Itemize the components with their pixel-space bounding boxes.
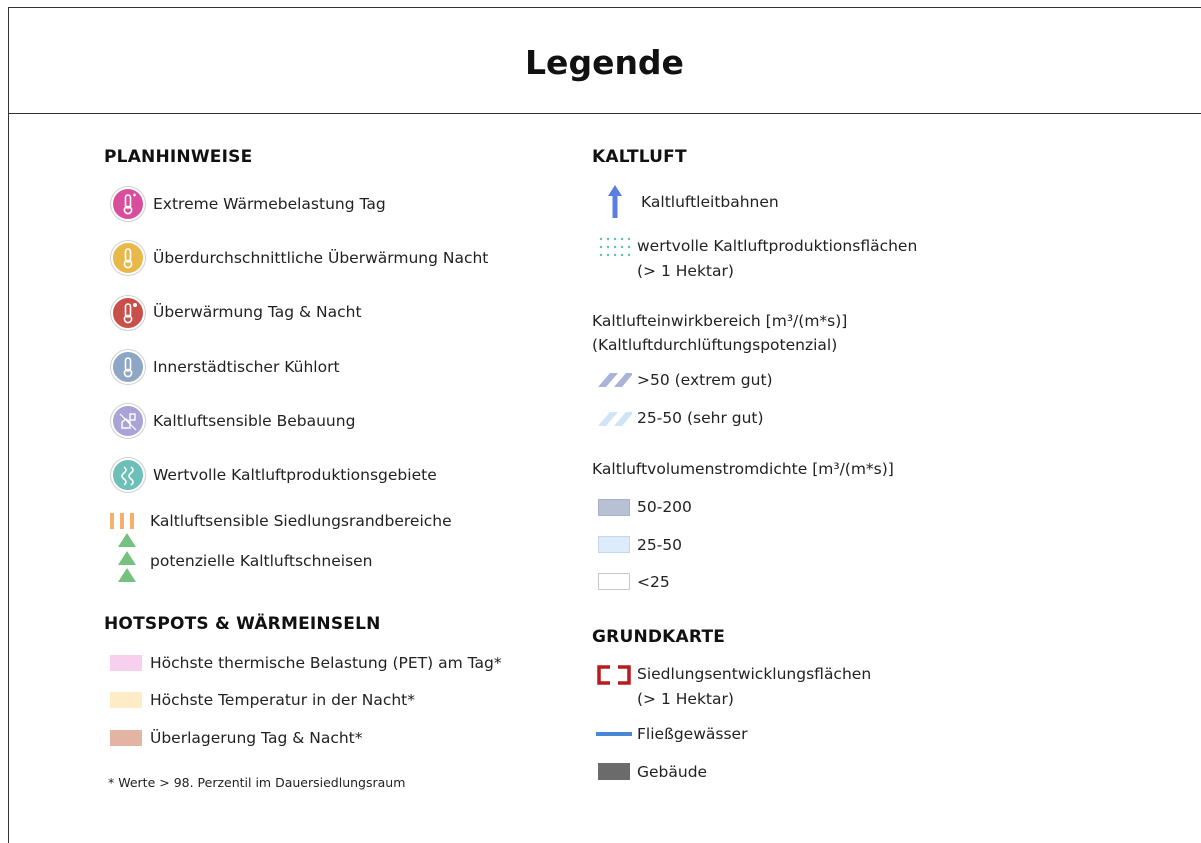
day-night-thermometer-icon: [111, 296, 145, 330]
building-swatch: [598, 763, 630, 780]
legend-label: <25: [637, 573, 670, 591]
legend-label: 50-200: [637, 498, 692, 516]
night-thermometer-icon: [111, 241, 145, 275]
settlement-edge-stripes-icon: [110, 513, 134, 529]
river-line-swatch: [596, 732, 632, 736]
legend-label: Fließgewässer: [637, 725, 748, 743]
legend-label: Gebäude: [637, 763, 708, 781]
hotspot-swatch-day: [110, 655, 142, 671]
planhinweise-heading: PLANHINWEISE: [104, 147, 253, 167]
title-bar: Legende: [8, 7, 1201, 114]
legend-label: Innerstädtischer Kühlort: [153, 358, 340, 376]
volume-swatch-mid: [598, 536, 630, 553]
legend-label: 25-50: [637, 536, 683, 554]
arrow-up-icon: [608, 185, 622, 218]
building-cold-air-icon: [111, 404, 145, 438]
legend-label: Kaltluftleitbahnen: [641, 193, 779, 211]
heat-day-thermometer-icon: [111, 187, 145, 221]
legend-title: Legende: [525, 43, 684, 82]
legend-label: >50 (extrem gut): [637, 371, 773, 389]
legend-label: (> 1 Hektar): [637, 262, 734, 280]
legend-label: potenzielle Kaltluftschneisen: [150, 552, 373, 570]
legend-label: Überdurchschnittliche Überwärmung Nacht: [153, 249, 489, 267]
hotspot-swatch-overlay: [110, 730, 142, 746]
hatch-swatch-extreme: [598, 373, 632, 387]
legend-label: Überlagerung Tag & Nacht*: [150, 729, 363, 747]
section-title: Kaltluftvolumenstromdichte [m³/(m*s)]: [592, 460, 894, 478]
hotspots-heading: HOTSPOTS & WÄRMEINSELN: [104, 614, 381, 634]
legend-label: Höchste Temperatur in der Nacht*: [150, 691, 416, 709]
hatch-swatch-very-good: [598, 412, 632, 426]
dotted-area-icon: [599, 237, 631, 257]
legend-label: wertvolle Kaltluftproduktionsflächen: [637, 237, 918, 255]
volume-swatch-low: [598, 573, 630, 590]
grundkarte-heading: GRUNDKARTE: [592, 627, 726, 647]
legend-label: Überwärmung Tag & Nacht: [153, 303, 362, 321]
legend-label: 25-50 (sehr gut): [637, 409, 764, 427]
dashed-outline-icon: [597, 665, 631, 685]
section-title: Kaltlufteinwirkbereich [m³/(m*s)]: [592, 312, 848, 330]
volume-swatch-high: [598, 499, 630, 516]
footnote: * Werte > 98. Perzentil im Dauersiedlung…: [108, 775, 406, 790]
legend-label: (> 1 Hektar): [637, 690, 734, 708]
cool-place-thermometer-icon: [111, 350, 145, 384]
legend-label: Kaltluftsensible Siedlungsrandbereiche: [150, 512, 452, 530]
legend-label: Extreme Wärmebelastung Tag: [153, 195, 386, 213]
legend-label: Kaltluftsensible Bebauung: [153, 412, 356, 430]
corridor-triangles-icon: [118, 533, 136, 582]
legend-label: Höchste thermische Belastung (PET) am Ta…: [150, 654, 502, 672]
legend-label: Wertvolle Kaltluftproduktionsgebiete: [153, 466, 437, 484]
wind-swirl-icon: [111, 458, 145, 492]
kaltluft-heading: KALTLUFT: [592, 147, 687, 167]
hotspot-swatch-night: [110, 692, 142, 708]
section-title: (Kaltluftdurchlüftungspotenzial): [592, 336, 838, 354]
legend-label: Siedlungsentwicklungsflächen: [637, 665, 872, 683]
